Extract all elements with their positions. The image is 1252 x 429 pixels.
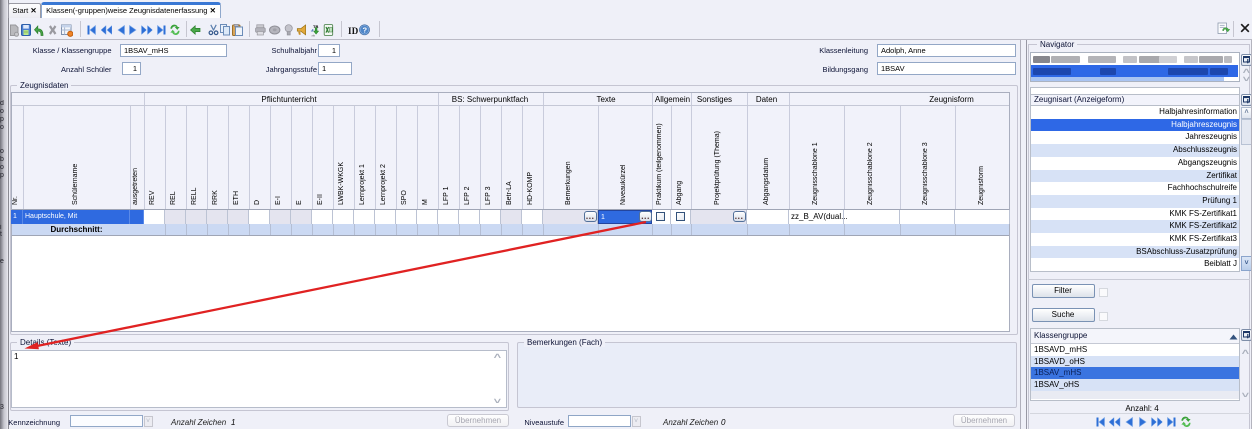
svg-text:?: ? — [363, 26, 368, 35]
svg-text:xls: xls — [311, 34, 315, 38]
